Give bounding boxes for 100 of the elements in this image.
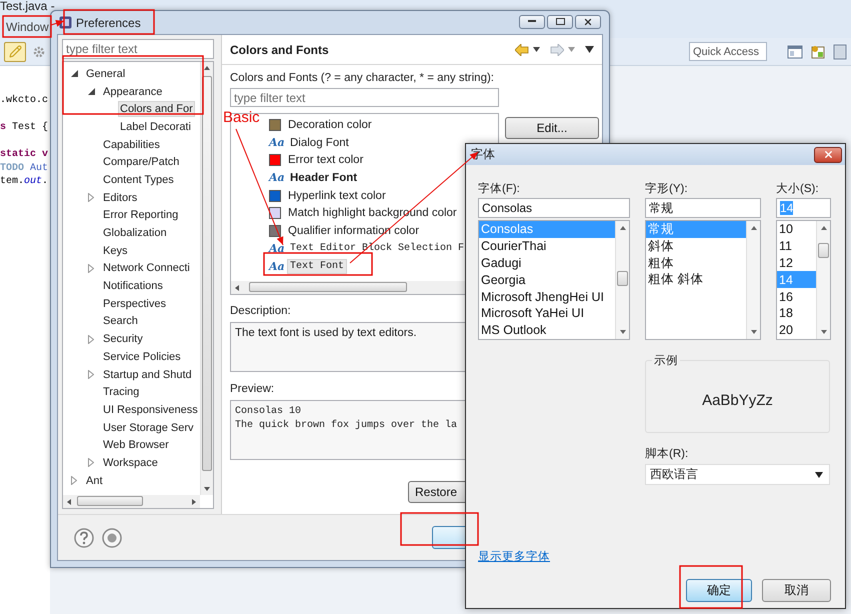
- list-item[interactable]: 10: [777, 221, 816, 238]
- java-perspective-icon[interactable]: [809, 44, 827, 60]
- tree-item[interactable]: Web Browser: [101, 437, 171, 454]
- code-line: s Test {: [0, 121, 50, 134]
- scrollbar[interactable]: [63, 495, 200, 508]
- tree-item[interactable]: UI Responsiveness: [101, 402, 200, 418]
- list-item[interactable]: 粗体 斜体: [646, 271, 746, 288]
- caret-icon[interactable]: [815, 470, 823, 478]
- right-arrow-icon[interactable]: [191, 498, 197, 504]
- tree-item[interactable]: Network Connecti: [101, 260, 192, 276]
- collapsed-arrow-icon[interactable]: [71, 476, 77, 486]
- tree-item[interactable]: Capabilities: [101, 136, 162, 153]
- tree-item[interactable]: Editors: [101, 190, 140, 206]
- edit-button[interactable]: Edit...: [505, 117, 599, 139]
- tree-item[interactable]: Keys: [101, 242, 130, 259]
- quick-access-field[interactable]: Quick Access: [689, 42, 767, 61]
- tree-item[interactable]: Colors and For: [118, 101, 195, 118]
- down-arrow-icon[interactable]: [820, 329, 826, 335]
- close-button[interactable]: [575, 14, 601, 28]
- minimize-button[interactable]: [519, 14, 545, 28]
- tree-item[interactable]: User Storage Serv: [101, 420, 196, 436]
- tree-item[interactable]: Globalization: [101, 225, 169, 242]
- expanded-arrow-icon[interactable]: [70, 70, 78, 78]
- left-arrow-icon[interactable]: [234, 284, 240, 290]
- collapsed-arrow-icon[interactable]: [88, 334, 94, 344]
- list-item[interactable]: 粗体: [646, 254, 746, 272]
- debug-perspective-icon[interactable]: [833, 44, 847, 60]
- collapsed-arrow-icon[interactable]: [88, 264, 94, 273]
- collapsed-arrow-icon[interactable]: [88, 193, 94, 202]
- tree-item[interactable]: Security: [101, 331, 145, 348]
- close-button[interactable]: [814, 146, 842, 162]
- tree-item[interactable]: Perspectives: [101, 296, 168, 312]
- tree-item[interactable]: Compare/Patch: [101, 154, 182, 170]
- left-arrow-icon[interactable]: [66, 498, 72, 504]
- list-item[interactable]: MS Outlook: [479, 322, 615, 339]
- tree-item[interactable]: Content Types: [101, 172, 176, 188]
- record-icon[interactable]: [102, 528, 122, 548]
- filter-field[interactable]: type filter text: [62, 39, 214, 59]
- input-field[interactable]: 常规: [645, 198, 761, 218]
- scrollbar[interactable]: [615, 221, 629, 339]
- menu-item[interactable]: Window: [4, 19, 51, 35]
- list-item[interactable]: Error text color: [285, 152, 366, 168]
- tree-item[interactable]: Service Policies: [101, 348, 183, 365]
- preview-line: Consolas 10: [235, 405, 302, 419]
- tree-item[interactable]: Ant: [84, 472, 105, 489]
- tree-item[interactable]: Tracing: [101, 384, 142, 400]
- collapsed-arrow-icon[interactable]: [88, 458, 94, 468]
- scrollbar[interactable]: [746, 221, 760, 339]
- tree-item[interactable]: Notifications: [101, 278, 165, 294]
- list-item[interactable]: Georgia: [479, 271, 615, 288]
- down-arrow-icon[interactable]: [750, 329, 756, 335]
- forward-arrow-icon[interactable]: [550, 44, 564, 56]
- script-dropdown[interactable]: 西欧语言: [645, 464, 830, 485]
- list-item[interactable]: Text Font: [287, 258, 348, 274]
- input-field[interactable]: Consolas: [478, 198, 630, 218]
- collapsed-arrow-icon[interactable]: [88, 370, 94, 380]
- list-item[interactable]: 16: [777, 288, 816, 305]
- scrollbar[interactable]: [200, 62, 213, 495]
- caret-icon[interactable]: [533, 46, 540, 53]
- list-item[interactable]: Decoration color: [285, 116, 375, 133]
- gear-icon[interactable]: [32, 44, 46, 58]
- list-item[interactable]: 12: [777, 254, 816, 272]
- tree-item[interactable]: Search: [101, 313, 140, 330]
- down-arrow-icon[interactable]: [204, 486, 210, 492]
- up-arrow-icon[interactable]: [750, 225, 756, 231]
- list-item[interactable]: 11: [777, 238, 816, 255]
- tree-item[interactable]: Label Decorati: [118, 118, 193, 135]
- dialog-button[interactable]: 取消: [762, 579, 831, 602]
- tree-item[interactable]: Error Reporting: [101, 207, 180, 224]
- list-item[interactable]: 20: [777, 322, 816, 339]
- show-more-fonts-link[interactable]: 显示更多字体: [478, 549, 550, 564]
- list-item[interactable]: Gadugi: [479, 254, 615, 272]
- scrollbar-thumb[interactable]: [617, 271, 628, 286]
- down-arrow-icon[interactable]: [620, 329, 626, 335]
- tree-item[interactable]: Workspace: [101, 454, 160, 471]
- tree-item[interactable]: Appearance: [101, 84, 164, 100]
- menu-caret-icon[interactable]: [585, 45, 594, 54]
- up-arrow-icon[interactable]: [204, 65, 210, 71]
- expanded-arrow-icon[interactable]: [88, 88, 94, 96]
- tree-item[interactable]: Startup and Shutd: [101, 366, 194, 383]
- scrollbar-thumb[interactable]: [818, 243, 829, 258]
- tree-item[interactable]: General: [84, 66, 128, 82]
- list-item[interactable]: Microsoft JhengHei UI: [479, 288, 615, 305]
- list-item[interactable]: Dialog Font: [287, 134, 352, 151]
- list-item[interactable]: 18: [777, 304, 816, 322]
- perspective-icon[interactable]: [787, 44, 803, 60]
- maximize-button[interactable]: [547, 14, 573, 28]
- pencil-tool-button[interactable]: [4, 42, 26, 62]
- list-item[interactable]: CourierThai: [479, 238, 615, 255]
- list-item[interactable]: 斜体: [646, 238, 746, 255]
- back-arrow-icon[interactable]: [515, 44, 529, 56]
- scrollbar[interactable]: [816, 221, 830, 339]
- up-arrow-icon[interactable]: [820, 225, 826, 231]
- help-icon[interactable]: [74, 528, 94, 548]
- list-item[interactable]: Microsoft YaHei UI: [479, 304, 615, 322]
- list-item[interactable]: Hyperlink text color: [285, 188, 389, 204]
- dialog-button[interactable]: 确定: [686, 579, 752, 602]
- list-item[interactable]: Header Font: [287, 170, 360, 186]
- filter-field[interactable]: type filter text: [230, 88, 499, 107]
- up-arrow-icon[interactable]: [620, 225, 626, 231]
